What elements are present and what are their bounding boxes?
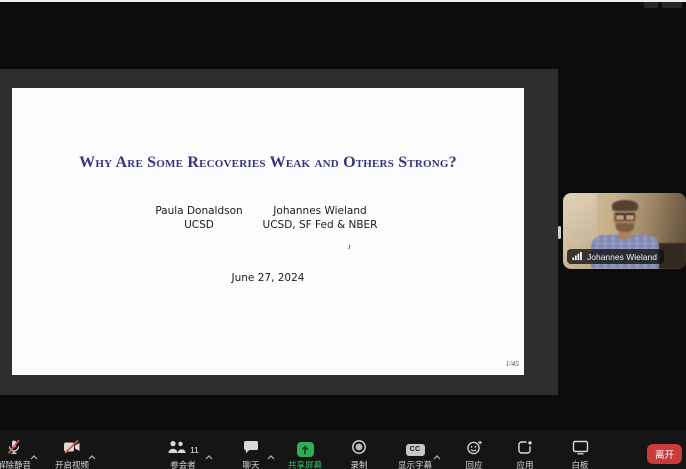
microphone-muted-icon bbox=[6, 439, 22, 460]
leave-meeting-button[interactable]: 离开 bbox=[647, 444, 682, 464]
participant-name: Johannes Wieland bbox=[587, 252, 657, 262]
whiteboard-button[interactable]: 白板 bbox=[550, 442, 610, 469]
participants-options-chevron-icon[interactable] bbox=[205, 447, 213, 465]
unmute-button[interactable]: 解除静音 bbox=[0, 442, 44, 469]
record-icon bbox=[351, 439, 367, 460]
chat-button[interactable]: 聊天 bbox=[221, 442, 281, 469]
participants-icon bbox=[167, 440, 187, 459]
presentation-slide: Why Are Some Recoveries Weak and Others … bbox=[12, 88, 524, 375]
participants-button[interactable]: 11 参会者 bbox=[153, 442, 213, 469]
video-options-chevron-icon[interactable] bbox=[88, 447, 96, 465]
audio-options-chevron-icon[interactable] bbox=[30, 447, 38, 465]
reactions-smiley-icon bbox=[466, 440, 483, 460]
share-screen-button[interactable]: 共享屏幕 bbox=[275, 442, 335, 469]
participant-name-badge: Johannes Wieland bbox=[567, 249, 664, 264]
slide-page-indicator: 1/45 bbox=[506, 359, 519, 368]
annotation-mark bbox=[345, 244, 350, 250]
chat-options-chevron-icon[interactable] bbox=[267, 447, 275, 465]
chat-bubble-icon bbox=[243, 440, 259, 459]
show-captions-button[interactable]: CC 显示字幕 bbox=[385, 442, 445, 469]
slide-title: Why Are Some Recoveries Weak and Others … bbox=[12, 154, 524, 172]
captions-icon: CC bbox=[406, 444, 425, 456]
window-control-smudge bbox=[644, 2, 658, 8]
whiteboard-icon bbox=[572, 440, 589, 460]
share-screen-icon bbox=[297, 442, 314, 457]
apps-button[interactable]: 应用 bbox=[495, 442, 555, 469]
video-panel-drag-handle[interactable] bbox=[558, 226, 561, 239]
participant-video-thumbnail[interactable]: Johannes Wieland bbox=[563, 193, 686, 269]
author-name: Johannes Wieland bbox=[245, 205, 395, 219]
window-control-smudge bbox=[662, 2, 682, 8]
meeting-toolbar: 解除静音 开启视频 bbox=[0, 431, 686, 469]
author-block-2: Johannes Wieland UCSD, SF Fed & NBER bbox=[245, 205, 395, 232]
apps-icon bbox=[517, 440, 533, 460]
slide-date: June 27, 2024 bbox=[12, 272, 524, 284]
glasses bbox=[615, 213, 635, 218]
start-video-button[interactable]: 开启视频 bbox=[42, 442, 102, 469]
zoom-meeting-window: Why Are Some Recoveries Weak and Others … bbox=[0, 0, 686, 469]
audio-level-bars-icon bbox=[572, 248, 583, 266]
camera-off-icon bbox=[63, 440, 81, 459]
captions-options-chevron-icon[interactable] bbox=[433, 447, 441, 465]
record-button[interactable]: 录制 bbox=[329, 442, 389, 469]
window-top-strip bbox=[0, 0, 686, 2]
shared-screen-area: Why Are Some Recoveries Weak and Others … bbox=[0, 69, 558, 395]
participants-count: 11 bbox=[190, 445, 199, 455]
author-affiliation: UCSD, SF Fed & NBER bbox=[245, 219, 395, 233]
